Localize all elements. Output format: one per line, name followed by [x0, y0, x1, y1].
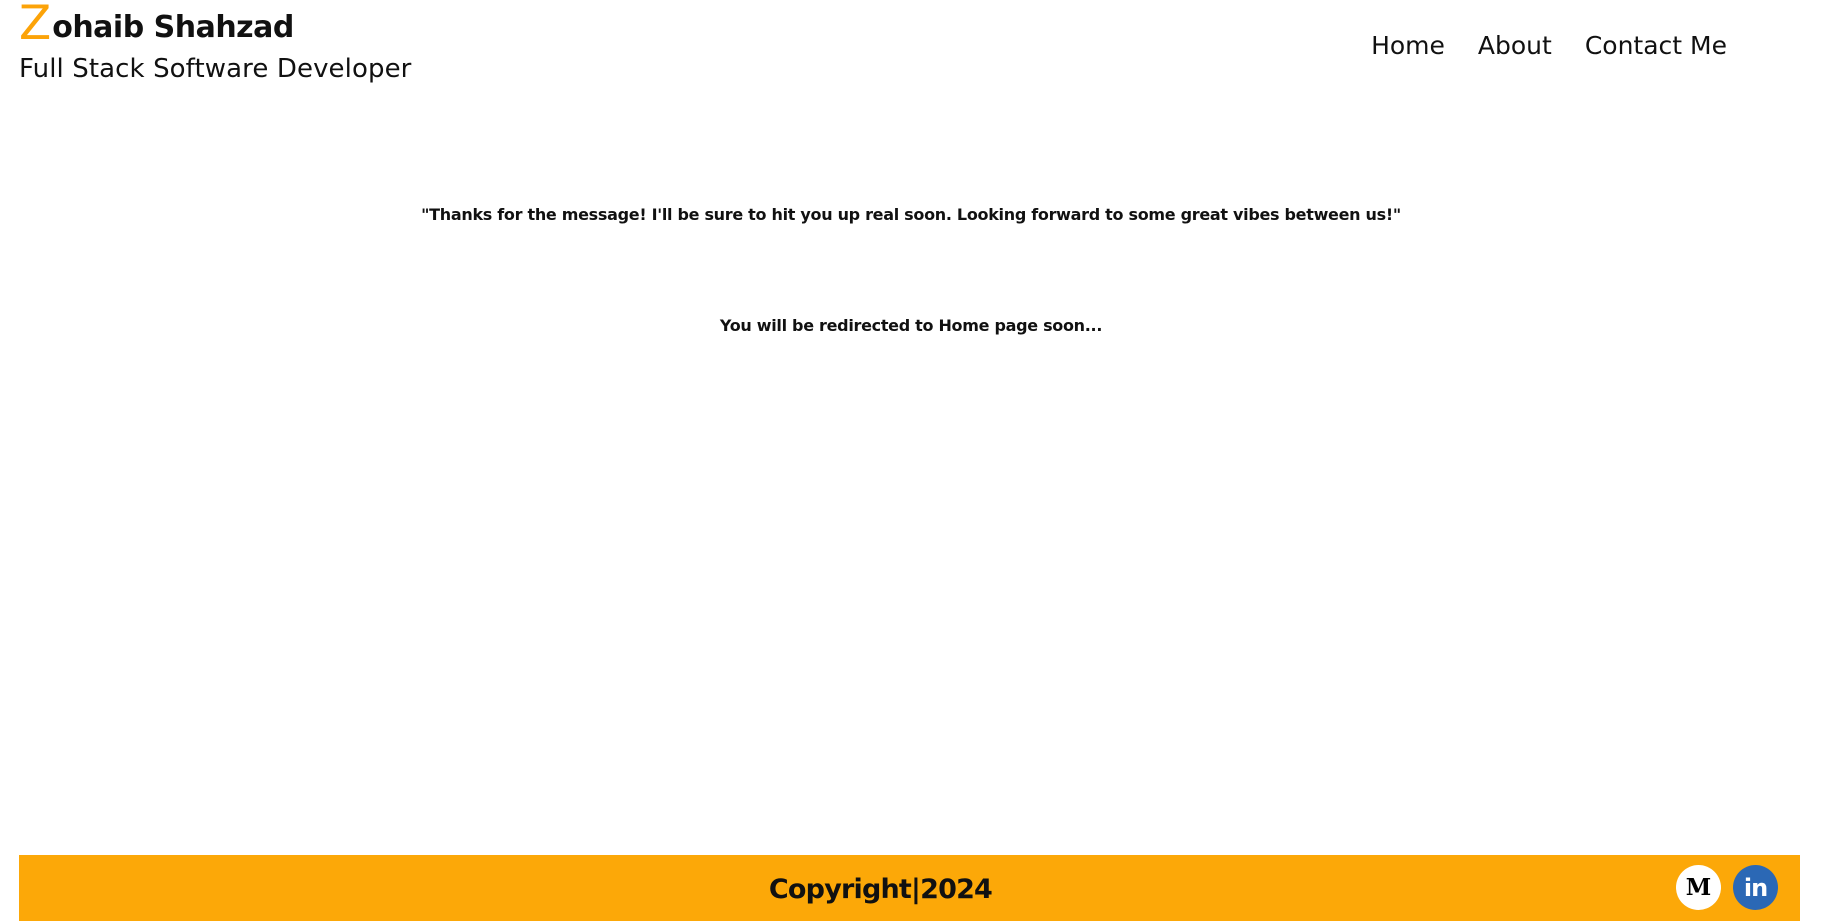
- copyright-text: Copyright|2024: [768, 874, 993, 905]
- linkedin-glyph: in: [1743, 873, 1768, 902]
- brand-initial: Z: [19, 0, 52, 51]
- nav-about-link[interactable]: About: [1478, 31, 1552, 60]
- nav-home-link[interactable]: Home: [1371, 31, 1445, 60]
- page: Z ohaib Shahzad Full Stack Software Deve…: [0, 0, 1822, 921]
- medium-glyph: M: [1685, 874, 1712, 901]
- medium-icon[interactable]: M: [1676, 865, 1721, 910]
- brand-name: Z ohaib Shahzad: [19, 0, 411, 51]
- main-nav: Home About Contact Me: [1371, 31, 1727, 60]
- social-links: M in: [1676, 865, 1778, 910]
- site-footer: Copyright|2024 M in: [19, 855, 1800, 921]
- redirect-message: You will be redirected to Home page soon…: [719, 316, 1103, 335]
- brand[interactable]: Z ohaib Shahzad Full Stack Software Deve…: [19, 0, 412, 84]
- linkedin-icon[interactable]: in: [1733, 865, 1778, 910]
- thanks-message: "Thanks for the message! I'll be sure to…: [421, 205, 1401, 224]
- brand-tagline: Full Stack Software Developer: [19, 54, 412, 84]
- brand-name-rest: ohaib Shahzad: [52, 10, 294, 45]
- nav-contact-link[interactable]: Contact Me: [1585, 31, 1727, 60]
